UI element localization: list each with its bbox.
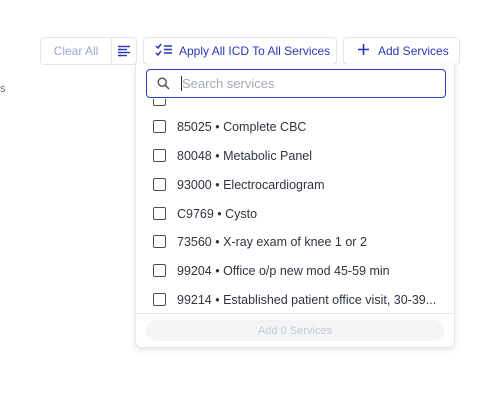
list-item[interactable]: C9769 • Cysto xyxy=(136,199,454,228)
service-label: 99204 • Office o/p new mod 45-59 min xyxy=(177,263,390,278)
service-label: 73560 • X-ray exam of knee 1 or 2 xyxy=(177,234,367,249)
checkbox[interactable] xyxy=(153,178,166,191)
add-services-button[interactable]: Add Services xyxy=(343,37,460,65)
service-label: 85025 • Complete CBC xyxy=(177,119,307,134)
list-item[interactable]: 73560 • X-ray exam of knee 1 or 2 xyxy=(136,227,454,256)
list-item[interactable]: 99204 • Office o/p new mod 45-59 min xyxy=(136,256,454,285)
checkbox[interactable] xyxy=(153,120,166,133)
checkbox[interactable] xyxy=(153,99,166,106)
partial-text: s xyxy=(0,83,6,95)
footer-divider xyxy=(136,313,454,314)
services-dropdown: 85025 • Complete CBC 80048 • Metabolic P… xyxy=(135,64,455,348)
apply-all-icd-label: Apply All ICD To All Services xyxy=(179,44,331,58)
list-item[interactable]: 85025 • Complete CBC xyxy=(136,112,454,141)
list-item[interactable]: 93000 • Electrocardiogram xyxy=(136,170,454,199)
list-item[interactable]: 80048 • Metabolic Panel xyxy=(136,141,454,170)
checkbox[interactable] xyxy=(153,293,166,306)
add-services-label: Add Services xyxy=(378,44,449,58)
magnifier-icon xyxy=(147,77,179,90)
service-label: C9769 • Cysto xyxy=(177,206,258,221)
filter-lines-icon[interactable] xyxy=(112,38,136,64)
apply-all-icd-button[interactable]: Apply All ICD To All Services xyxy=(143,37,337,65)
add-selected-services-button[interactable]: Add 0 Services xyxy=(146,320,444,341)
search-input[interactable] xyxy=(182,70,445,97)
checkbox[interactable] xyxy=(153,235,166,248)
services-list[interactable]: 85025 • Complete CBC 80048 • Metabolic P… xyxy=(136,99,454,313)
list-item[interactable]: 99214 • Established patient office visit… xyxy=(136,285,454,313)
checkbox[interactable] xyxy=(153,207,166,220)
clear-all-group: Clear All xyxy=(40,37,137,65)
search-box xyxy=(146,69,446,98)
service-label: 93000 • Electrocardiogram xyxy=(177,177,325,192)
service-label: 80048 • Metabolic Panel xyxy=(177,148,313,163)
checkbox[interactable] xyxy=(153,264,166,277)
checklist-icon xyxy=(155,43,173,59)
service-label: 99214 • Established patient office visit… xyxy=(177,292,437,307)
plus-icon xyxy=(357,43,370,59)
checkbox[interactable] xyxy=(153,149,166,162)
clear-all-button[interactable]: Clear All xyxy=(41,38,111,64)
